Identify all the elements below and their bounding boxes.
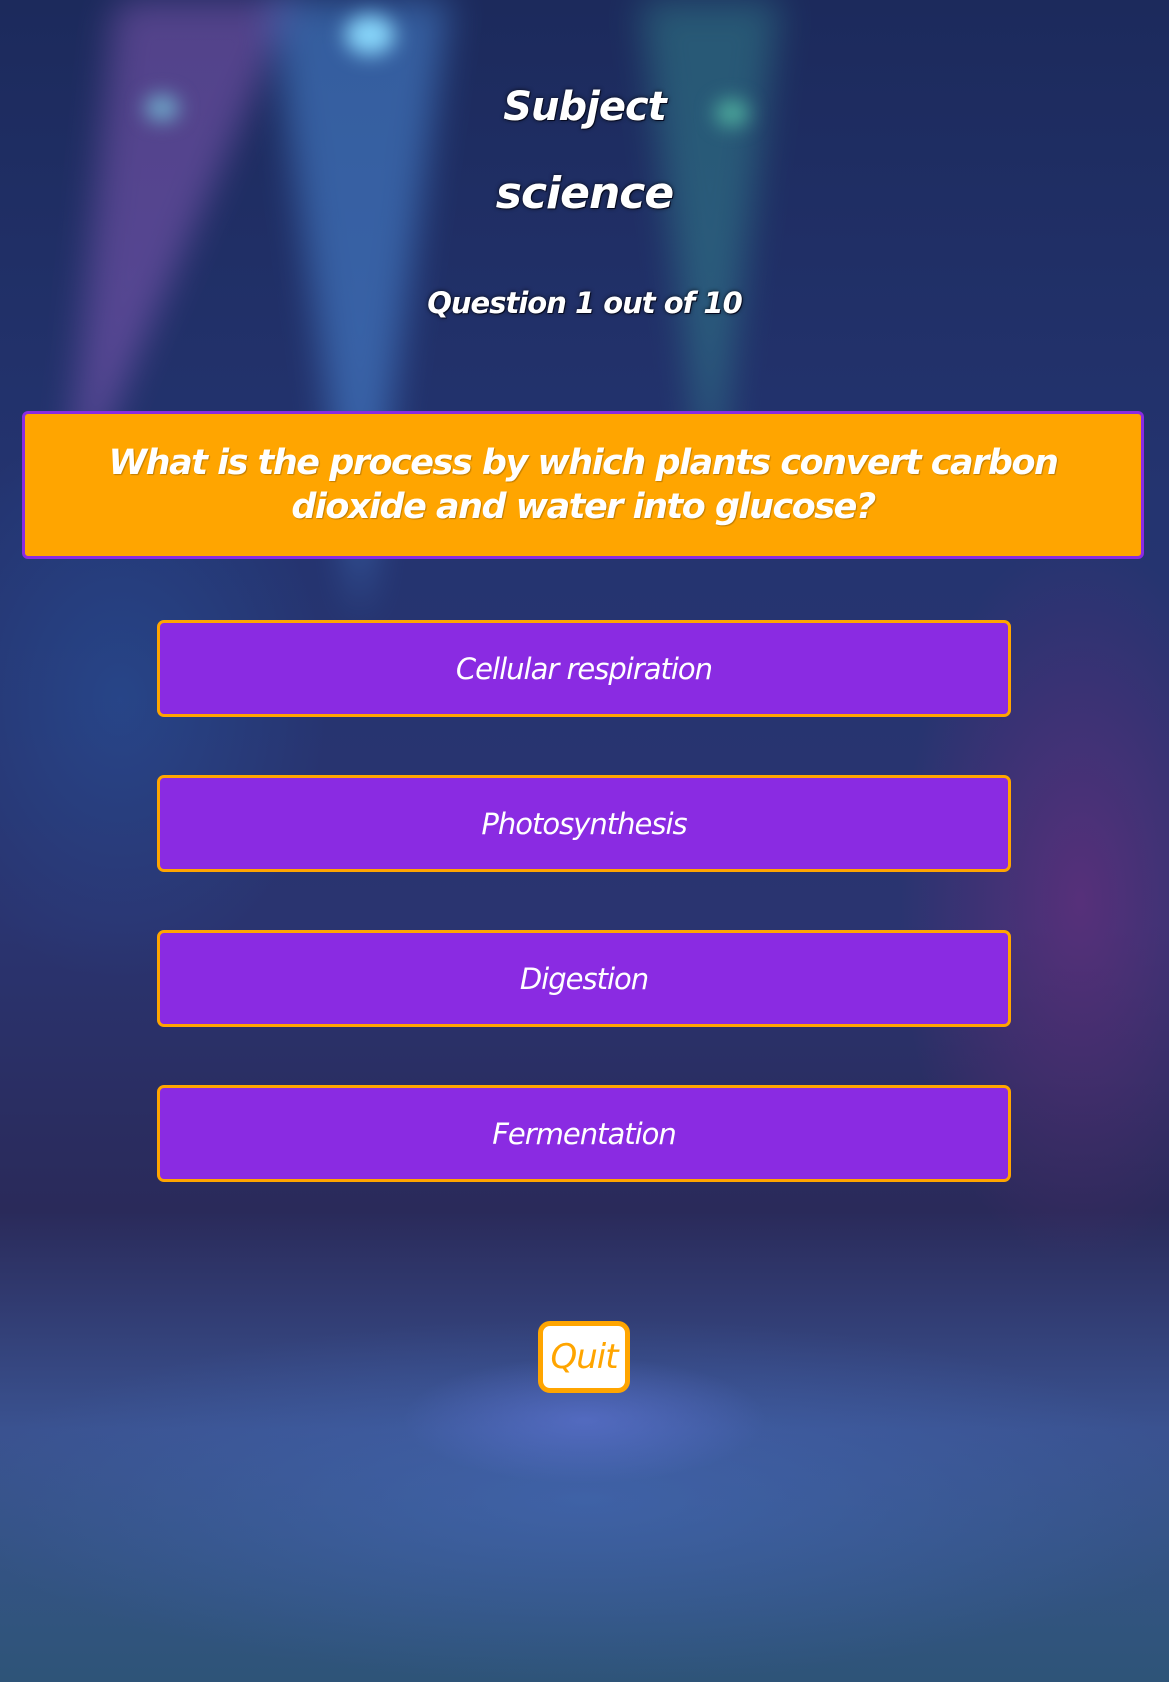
answer-option-2[interactable]: Photosynthesis: [157, 775, 1011, 872]
answer-option-3[interactable]: Digestion: [157, 930, 1011, 1027]
question-text: What is the process by which plants conv…: [108, 443, 1059, 527]
subject-value: science: [495, 168, 674, 219]
subject-label: Subject: [503, 84, 667, 130]
spotlight-glow-center: [345, 15, 395, 55]
quit-button[interactable]: Quit: [538, 1321, 630, 1393]
question-progress: Question 1 out of 10: [427, 286, 743, 320]
answer-option-4[interactable]: Fermentation: [157, 1085, 1011, 1182]
answer-option-1[interactable]: Cellular respiration: [157, 620, 1011, 717]
question-card: What is the process by which plants conv…: [22, 411, 1144, 559]
